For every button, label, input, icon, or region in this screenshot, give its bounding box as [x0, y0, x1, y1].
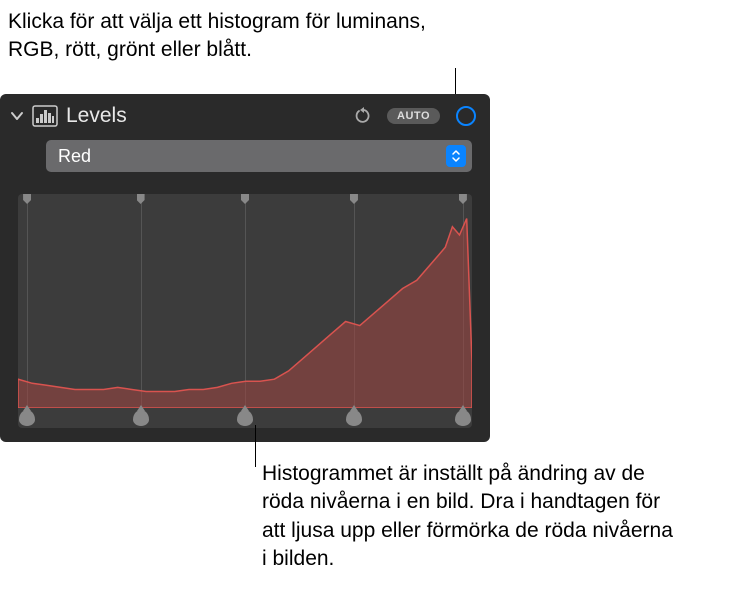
annotation-top: Klicka för att välja ett histogram för l… — [8, 8, 428, 65]
reset-icon[interactable] — [355, 107, 373, 125]
channel-dropdown[interactable]: Red — [46, 140, 472, 172]
bottom-handle-mid[interactable] — [237, 410, 253, 426]
bottom-handle-highlight[interactable] — [346, 410, 362, 426]
dropdown-label: Red — [58, 146, 91, 167]
enable-toggle[interactable] — [456, 106, 476, 126]
levels-icon — [32, 105, 58, 127]
bottom-handle-white[interactable] — [455, 410, 471, 426]
chevron-down-icon[interactable] — [10, 109, 24, 123]
bottom-handle-black[interactable] — [19, 410, 35, 426]
histogram-chart — [18, 202, 472, 408]
callout-line-bottom — [255, 425, 256, 467]
auto-button[interactable]: AUTO — [387, 108, 440, 124]
levels-panel: Levels AUTO Red — [0, 94, 490, 442]
bottom-handle-shadow[interactable] — [133, 410, 149, 426]
panel-title: Levels — [66, 104, 347, 128]
dropdown-row: Red — [0, 136, 490, 178]
panel-header: Levels AUTO — [0, 94, 490, 136]
dropdown-arrows-icon — [446, 145, 466, 167]
histogram-container — [18, 194, 472, 428]
annotation-bottom: Histogrammet är inställt på ändring av d… — [262, 460, 682, 573]
